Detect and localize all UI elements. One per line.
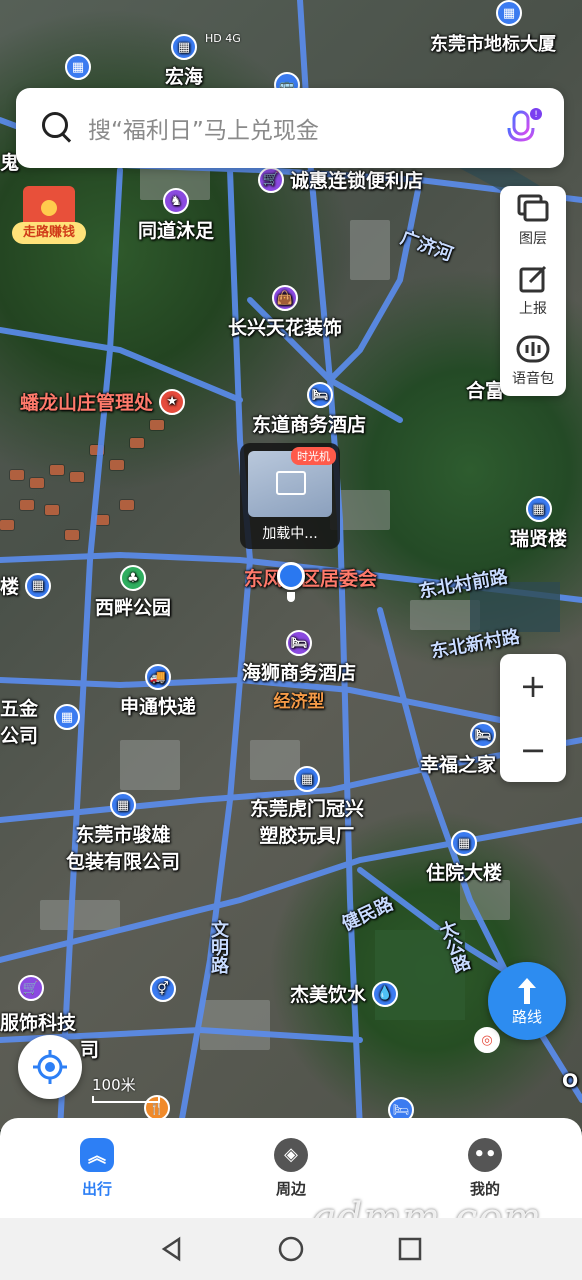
search-icon [38, 108, 78, 148]
poi-shentong[interactable]: 🚚 申通快递 [120, 664, 196, 719]
poi-panlong[interactable]: 蟠龙山庄管理处 ★ [20, 388, 186, 415]
layers-icon [517, 194, 549, 222]
poi-hong-hai[interactable]: ▦ 宏海 [165, 34, 203, 89]
poi-jiemei[interactable]: 杰美饮水 💧 [290, 980, 399, 1007]
voice-assistant-icon[interactable]: ! [500, 106, 544, 150]
poi-humen-toy-factory[interactable]: ▦ 东莞虎门冠兴 塑胶玩具厂 [250, 766, 364, 848]
voice-wave-icon [516, 335, 550, 363]
red-packet-tag: 走路赚钱 [12, 222, 86, 244]
face-icon: •• [468, 1137, 502, 1172]
building-icon: ▦ [110, 792, 136, 818]
water-drop-icon: 💧 [372, 980, 399, 1007]
massage-icon: ♞ [163, 188, 189, 214]
hotel-bed-icon: 🛏 [286, 630, 312, 656]
star-icon: ★ [159, 388, 186, 415]
park-tree-icon: ♣ [120, 565, 146, 591]
recent-apps-icon[interactable] [397, 1236, 423, 1262]
target-marker-icon: ◎ [474, 1027, 500, 1053]
back-icon[interactable] [159, 1236, 185, 1262]
report-button[interactable]: 上报 [500, 256, 566, 326]
layers-button[interactable]: 图层 [500, 186, 566, 256]
shopping-cart-icon: 🛒 [18, 975, 44, 1001]
poi-wujin-company[interactable]: 五金 公司 [0, 694, 38, 748]
building-icon: ▦ [171, 34, 197, 60]
zoom-control: + − [500, 654, 566, 782]
building-icon: ▦ [496, 0, 522, 26]
poi-o-partial[interactable]: O [562, 1070, 578, 1092]
building-icon: ▦ [525, 496, 552, 522]
route-button[interactable]: 路线 [488, 962, 566, 1040]
shopping-cart-icon: 🛒 [258, 166, 284, 193]
poi-dongdao[interactable]: 🛏 东道商务酒店 [252, 382, 366, 437]
time-machine-card[interactable]: 时光机 加载中... [240, 443, 340, 549]
hotel-bed-icon: 🛏 [470, 722, 497, 748]
crosshair-icon [33, 1050, 67, 1084]
poi-haishi[interactable]: 🛏 海狮商务酒店 经济型 [242, 630, 356, 712]
hotel-bed-icon: 🛏 [307, 382, 333, 408]
building-icon: ▦ [451, 830, 477, 856]
tab-travel[interactable]: ︽ 出行 [0, 1118, 194, 1218]
current-location-pin [277, 562, 305, 590]
poi-hefu[interactable]: 合富 [466, 376, 504, 403]
poi-zhuyuan[interactable]: ▦ 住院大楼 [426, 830, 502, 885]
zoom-in-button[interactable]: + [500, 654, 566, 718]
search-bar[interactable]: 搜“福利日”马上兑现金 ! [16, 88, 564, 168]
zoom-out-button[interactable]: − [500, 718, 566, 782]
delivery-truck-icon: 🚚 [145, 664, 171, 690]
poi-xingfu[interactable]: 🛏 幸福之家 [420, 722, 497, 777]
poi-xipan[interactable]: ♣ 西畔公园 [95, 565, 171, 620]
svg-text:!: ! [534, 110, 538, 120]
map-scale: 100米 [92, 1074, 160, 1103]
map-view[interactable]: HD 4G ▦ 宏海 东莞市地标大厦 鬼 🛒 诚惠连锁便利店 ♞ 同道沐足 广济… [0, 0, 582, 1130]
red-packet-promo[interactable]: 走路赚钱 [12, 186, 86, 250]
poi-junxiong[interactable]: ▦ 东莞市骏雄 包装有限公司 [66, 792, 180, 874]
time-machine-badge: 时光机 [291, 447, 336, 465]
status-bar: HD 4G [205, 32, 241, 45]
restroom-icon: ⚥ [150, 976, 176, 1002]
poi-chenghui[interactable]: 🛒 诚惠连锁便利店 [258, 166, 423, 193]
poi-dongguan-landmark[interactable]: 东莞市地标大厦 [430, 30, 556, 56]
compass-icon: ◈ [274, 1137, 308, 1172]
building-icon: ▦ [65, 54, 91, 80]
poi-tongdao[interactable]: ♞ 同道沐足 [138, 188, 214, 243]
building-icon: ▦ [294, 766, 320, 792]
building-icon: ▦ [54, 704, 80, 730]
scale-bar [92, 1096, 160, 1103]
poi-dongfang[interactable]: 东风社区居委会 [244, 564, 377, 591]
locate-me-button[interactable] [18, 1035, 82, 1099]
shopping-bag-icon: 👜 [272, 285, 298, 311]
restroom-poi[interactable]: ⚥ [150, 976, 176, 1002]
search-input[interactable]: 搜“福利日”马上兑现金 [88, 111, 500, 145]
voice-pack-button[interactable]: 语音包 [500, 326, 566, 396]
loading-text: 加载中... [262, 526, 318, 542]
route-arrow-icon [518, 977, 536, 1004]
poi-lou-partial[interactable]: 楼 ▦ [0, 572, 52, 599]
location-pin-tail [287, 592, 295, 602]
chevrons-up-icon: ︽ [80, 1137, 114, 1172]
building-icon: ▦ [25, 572, 52, 599]
system-nav-bar [0, 1218, 582, 1280]
map-tools-panel: 图层 上报 语音包 [500, 186, 566, 396]
poi-changxing[interactable]: 👜 长兴天花装饰 [228, 285, 342, 340]
edit-icon [519, 265, 547, 293]
road-wenming: 文明路 [208, 920, 229, 974]
home-icon[interactable] [277, 1235, 305, 1263]
poi-ruixian[interactable]: ▦ 瑞贤楼 [510, 496, 567, 551]
